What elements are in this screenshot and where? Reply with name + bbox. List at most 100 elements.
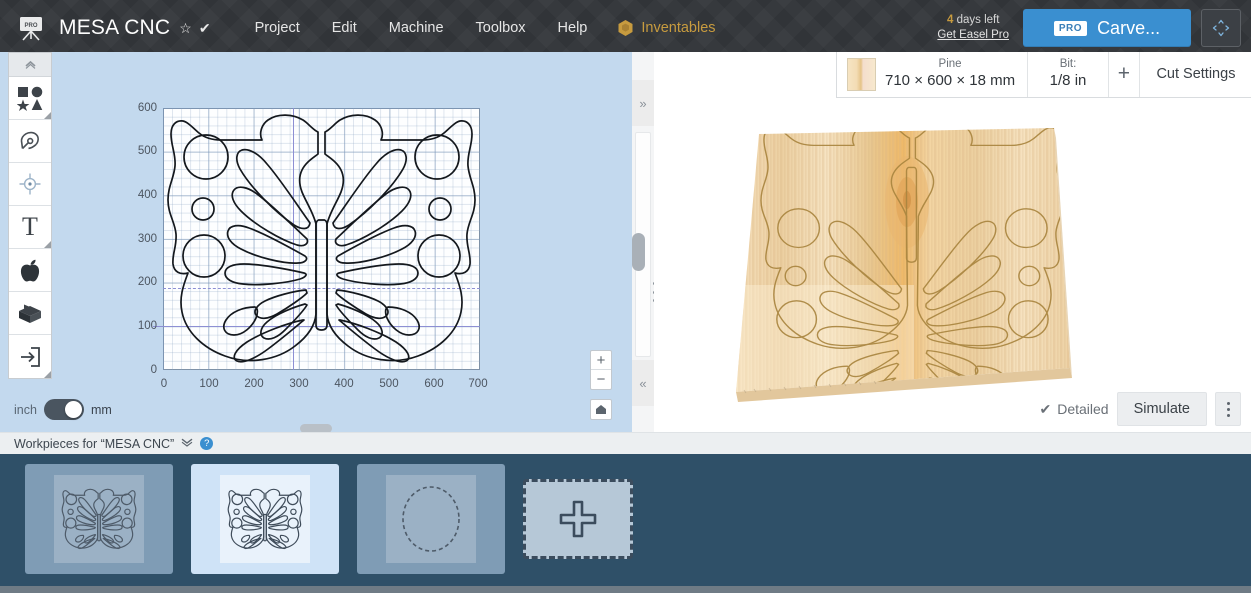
zoom-in-button[interactable]: + [591,351,611,370]
y-tick-300: 300 [137,233,157,245]
cut-settings-button[interactable]: Cut Settings [1140,52,1251,97]
kebab-dot [1226,407,1230,411]
toolbar-collapse-button[interactable] [9,53,51,77]
header-right-group: 4 days left Get Easel Pro PRO Carve... [937,0,1251,56]
simulate-button[interactable]: Simulate [1116,392,1207,426]
butterfly-design-shape[interactable] [163,108,480,370]
trial-days-line: 4 days left [937,13,1009,28]
canvas-resize-handle[interactable] [300,424,332,432]
3d-carve-preview[interactable] [654,52,1251,432]
circle-thumb-icon [402,486,460,552]
models-tool[interactable] [9,292,51,335]
preview-footer: ✔ Detailed Simulate [1039,392,1241,426]
title-icons: ☆ ✔ [179,21,210,35]
bit-value: 1/8 in [1049,71,1087,89]
carve-label: Carve... [1097,17,1161,38]
chevron-double-down-icon [181,438,193,447]
home-icon [596,405,606,414]
kebab-dot [1226,401,1230,405]
workpieces-help-icon[interactable]: ? [200,437,214,450]
easel-pro-logo[interactable]: PRO [16,14,46,42]
text-tool[interactable]: T [9,206,51,249]
add-bit-button[interactable]: + [1109,52,1140,97]
inventables-link[interactable]: Inventables [617,19,716,37]
star-icon[interactable]: ☆ [179,21,192,35]
bottom-status-bar [0,586,1251,593]
app-header: PRO MESA CNC ☆ ✔ Project Edit Machine To… [0,0,1251,56]
menu-item-machine[interactable]: Machine [373,14,460,42]
import-tool[interactable] [9,335,51,378]
unit-switch[interactable] [43,399,84,420]
pro-badge: PRO [1053,20,1088,36]
workpiece-thumbnail [54,475,144,563]
bit-button[interactable]: Bit: 1/8 in [1028,52,1109,97]
y-tick-100: 100 [137,320,157,332]
crosshair-icon [19,173,41,195]
page-title: MESA CNC [59,16,171,39]
center-tool[interactable] [9,163,51,206]
unit-switch-knob [64,401,82,418]
x-tick-700: 700 [468,378,488,390]
unit-label-mm: mm [90,402,112,417]
panel-divider: » « [632,52,656,432]
pen-tool[interactable] [9,120,51,163]
shapes-icon [17,86,43,111]
pine-swatch [847,57,876,91]
pen-nib-icon [20,131,39,150]
y-tick-500: 500 [137,145,157,157]
collapse-left-button[interactable]: « [632,360,654,406]
menu-item-help[interactable]: Help [542,14,604,42]
detailed-check-icon: ✔ [1039,400,1052,417]
zoom-home-button[interactable] [590,399,612,420]
3d-preview-pane[interactable]: Pine 710 × 600 × 18 mm Bit: 1/8 in + Cut… [654,52,1251,432]
menu-item-toolbox[interactable]: Toolbox [460,14,542,42]
material-button[interactable]: Pine 710 × 600 × 18 mm [837,52,1029,97]
x-tick-400: 400 [334,378,354,390]
bit-text: Bit: 1/8 in [1050,57,1087,90]
zoom-out-button[interactable]: − [591,370,611,389]
menu-item-project[interactable]: Project [239,14,316,42]
trial-days-count: 4 [946,14,954,27]
easel-icon: PRO [20,17,42,41]
butterfly-thumb-icon [227,488,303,550]
unit-toggle[interactable]: inch mm [14,399,112,420]
easel-app-window: PRO MESA CNC ☆ ✔ Project Edit Machine To… [0,0,1251,593]
workpiece-thumbnail [386,475,476,563]
y-tick-400: 400 [137,189,157,201]
shapes-tool[interactable] [9,77,51,120]
x-tick-100: 100 [199,378,219,390]
carve-button[interactable]: PRO Carve... [1023,9,1191,47]
inventables-label: Inventables [641,20,716,36]
zoom-controls: + − [590,350,612,390]
workpieces-collapse-chevron[interactable] [181,438,193,450]
chevron-up-icon [24,60,36,69]
text-tool-label: T [22,212,38,241]
add-workpiece[interactable] [523,479,633,559]
preview-more-button[interactable] [1215,392,1241,426]
workpiece-butterfly-2[interactable] [191,464,339,574]
workpiece-thumbnail [220,475,310,563]
material-bar: Pine 710 × 600 × 18 mm Bit: 1/8 in + Cut… [836,52,1251,98]
trial-days-suffix: days left [956,14,1000,27]
workpiece-butterfly-1[interactable] [25,464,173,574]
workpiece-circle[interactable] [357,464,505,574]
plus-icon [559,500,597,538]
get-easel-pro-link[interactable]: Get Easel Pro [937,28,1009,43]
detailed-toggle[interactable]: ✔ Detailed [1039,401,1108,418]
x-tick-0: 0 [160,378,168,390]
workpieces-tile-list [0,454,1251,574]
canvas-scrollbar-track[interactable] [632,132,651,357]
canvas-scrollbar-thumb[interactable] [632,233,645,271]
design-canvas[interactable]: 600 500 400 300 200 100 0 0 100 200 300 … [0,52,632,432]
fullscreen-button[interactable] [1201,9,1241,47]
menu-item-edit[interactable]: Edit [316,14,373,42]
x-tick-200: 200 [244,378,264,390]
bit-label: Bit: [1059,58,1077,71]
material-name: Pine [938,58,962,71]
apple-icon [20,259,40,281]
apps-tool[interactable] [9,249,51,292]
trial-status: 4 days left Get Easel Pro [937,13,1009,43]
saved-check-icon: ✔ [198,20,211,36]
expand-right-button[interactable]: » [632,80,654,126]
design-plot-area[interactable] [153,108,480,370]
